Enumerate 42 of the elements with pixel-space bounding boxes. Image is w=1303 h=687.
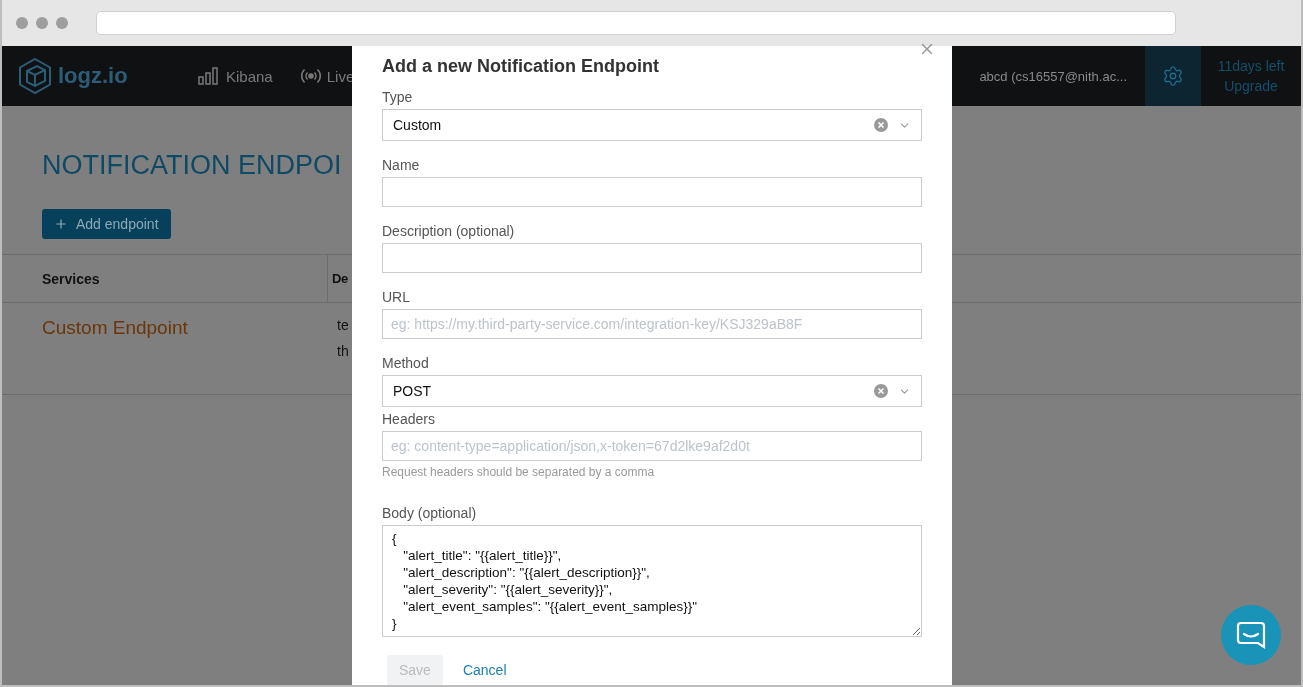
- trial-text: 11days left: [1217, 58, 1285, 74]
- nav-link[interactable]: Kibana: [198, 67, 273, 85]
- settings-icon: [1162, 65, 1184, 87]
- clear-icon[interactable]: [874, 384, 888, 398]
- input-field[interactable]: eg: https://my.third-party-service.com/integration-key/KSJ329aB8F: [382, 309, 922, 339]
- cancel-link[interactable]: Cancel: [462, 662, 507, 678]
- chat-button[interactable]: [1221, 605, 1281, 665]
- field-label: Headers: [382, 411, 436, 427]
- hint-text: Request headers should be separated by a comma: [382, 465, 656, 479]
- address-bar[interactable]: [96, 11, 1176, 35]
- window-dot[interactable]: [16, 17, 28, 29]
- input-field[interactable]: eg: content-type=application/json,x-token=67d2lke9af2d0t: [382, 431, 922, 461]
- modal-title: Add a new Notification Endpoint: [382, 56, 660, 77]
- page-title: NOTIFICATION ENDPOI: [42, 150, 342, 181]
- select-field[interactable]: POST: [382, 375, 922, 407]
- field-label: Name: [382, 157, 421, 173]
- select-field[interactable]: Custom: [382, 109, 922, 141]
- column-header: Services: [42, 270, 100, 287]
- plus-icon: [54, 217, 68, 231]
- field-label: URL: [382, 289, 411, 305]
- window-dot[interactable]: [56, 17, 68, 29]
- input-field[interactable]: [382, 243, 922, 273]
- logo-text: logz.io: [58, 63, 128, 89]
- body-textarea[interactable]: { "alert_title": "{{alert_title}}", "alert_description": "{{alert_description}}", "alert_severity": "{{alert_severity}}", "alert_event_samples": "{{alert_event_samples}}" }: [382, 525, 922, 637]
- table-cell: te: [337, 317, 349, 333]
- field-label: Description (optional): [382, 223, 516, 239]
- field-label: Method: [382, 355, 430, 371]
- clear-icon[interactable]: [874, 118, 888, 132]
- settings-button[interactable]: [1145, 46, 1201, 106]
- field-label: Body (optional): [382, 505, 478, 521]
- chat-icon: [1236, 620, 1266, 650]
- input-field[interactable]: [382, 177, 922, 207]
- table-cell: th: [337, 343, 349, 359]
- broadcast-icon: [300, 67, 321, 85]
- bar-chart-icon: [198, 67, 220, 85]
- service-name[interactable]: Custom Endpoint: [42, 317, 337, 394]
- cube-logo-icon: [18, 57, 52, 95]
- user-name[interactable]: abcd (cs16557@nith.ac...: [979, 68, 1127, 84]
- column-header: De: [332, 271, 348, 286]
- add-endpoint-button[interactable]: Add endpoint: [42, 209, 171, 239]
- field-label: Type: [382, 89, 414, 105]
- window-dot[interactable]: [36, 17, 48, 29]
